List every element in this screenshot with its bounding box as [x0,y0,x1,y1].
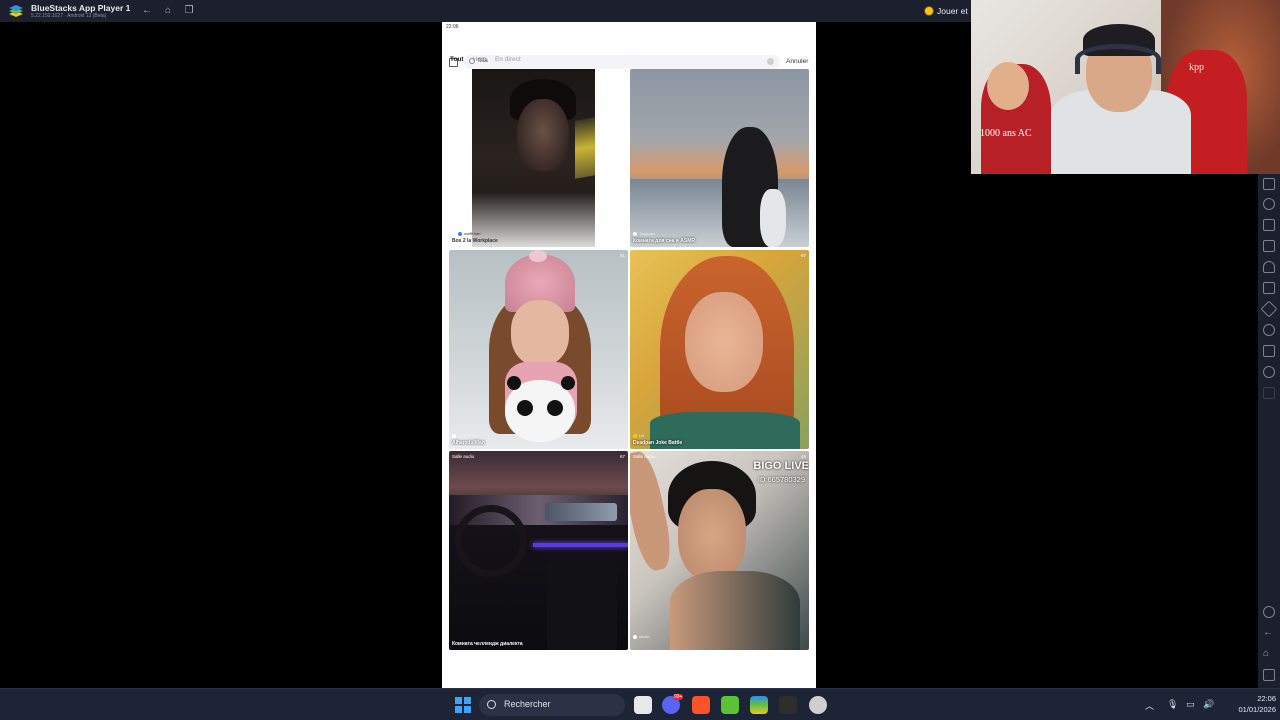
rotate-icon[interactable] [1263,282,1275,294]
viewer-count: 91 [619,253,625,258]
bigo-id-label: ID:665780329 [757,475,805,484]
clear-search-icon[interactable] [767,58,774,65]
brave-icon[interactable] [692,696,710,714]
windows-taskbar: Rechercher 99+ ︿ 🎙 ▭ 🔊 22:06 01/01/2026 [0,688,1280,720]
live-card[interactable]: Salle audio 67 Комната челлендж диалекта [449,451,628,650]
stream-title: Комната для сна и ASMR [633,238,695,244]
app-title: BlueStacks App Player 1 [31,3,131,13]
notification-badge: 99+ [673,694,684,700]
bluestacks-side-toolbar: ← ⌂ [1258,174,1280,688]
stream-title: Комната челлендж диалекта [452,641,523,647]
windows-start-icon[interactable] [455,697,471,713]
location-icon[interactable] [1263,324,1275,336]
volume-icon[interactable]: 🔊 [1203,699,1214,710]
gear-icon[interactable] [1263,606,1275,618]
stream-title: Deadpan Joke Battle [633,440,683,446]
fullscreen-icon[interactable] [1263,178,1275,190]
stream-title: Alhamdulillah [452,440,485,446]
webcam-caption: 1000 ans AC [980,128,1032,139]
home-icon[interactable]: ⌂ [161,4,175,18]
host-tag: Тихушка [633,231,655,236]
layers-icon[interactable] [1263,345,1275,357]
host-tag: wolfKhan [452,231,480,236]
tab-live[interactable]: En direct [495,56,521,68]
desktop: BlueStacks App Player 1 5.22.150.1027 · … [0,0,1280,720]
host-tag: Lili [633,433,644,438]
viewer-count: 67 [619,454,625,459]
search-icon [487,700,496,709]
headphones-icon [1075,44,1161,74]
eco-mode-icon[interactable] [1263,366,1275,378]
live-card[interactable]: wolfKhan Bos 2 la Workplace [449,69,628,247]
taskbar-search[interactable]: Rechercher [479,694,625,716]
file-explorer-icon[interactable] [634,696,652,714]
live-card[interactable]: Тихушка Комната для сна и ASMR [630,69,809,247]
tab-host[interactable]: Host [473,56,486,68]
bluestacks-logo-icon [9,5,23,17]
android-screen: 22:06 filla Annuler Tout Host En direct … [442,22,816,688]
webcam-overlay: 1000 ans AC kpp [971,0,1280,174]
minecraft-icon[interactable] [721,696,739,714]
coin-icon [924,6,934,16]
stream-title: Bos 2 la Workplace [452,238,498,244]
host-tag: studio [633,634,650,639]
microphone-icon[interactable]: 🎙 [1167,699,1178,710]
bigo-live-watermark: BIGO LIVE [753,460,809,472]
screenshot-icon[interactable] [1263,198,1275,210]
chevron-up-icon[interactable]: ︿ [1145,699,1154,712]
clock-time: 22:06 [1257,694,1276,703]
obs-icon[interactable] [809,696,827,714]
more-icon[interactable] [1263,387,1275,399]
system-clock[interactable]: 22:06 01/01/2026 [1222,693,1276,715]
viewer-count: 46 [800,454,806,459]
play-and-earn-label: Jouer et [937,6,968,16]
back-arrow-icon[interactable]: ← [140,4,154,18]
result-tabs: Tout Host En direct [450,56,521,71]
live-card[interactable]: Salle audio 46 BIGO LIVE ID:665780329 st… [630,451,809,650]
back-icon[interactable]: ← [1263,627,1275,639]
live-card[interactable]: 67 Lili Deadpan Joke Battle [630,250,809,449]
live-card[interactable]: 91 Laila Khan Alhamdulillah [449,250,628,449]
record-icon[interactable] [1263,219,1275,231]
network-icon[interactable]: ▭ [1186,699,1195,710]
room-type-label: Salle audio [452,454,475,459]
host-tag: Laila Khan [452,433,477,438]
play-store-icon[interactable] [779,696,797,714]
airplane-icon[interactable] [1263,261,1275,273]
webcam-jersey-text: kpp [1189,62,1204,73]
room-type-label: Salle audio [633,454,656,459]
media-icon[interactable] [1263,240,1275,252]
multi-instance-icon[interactable]: ❐ [182,4,196,18]
home-icon[interactable]: ⌂ [1263,648,1275,660]
play-and-earn-button[interactable]: Jouer et [924,4,968,18]
recent-apps-icon[interactable] [1263,669,1275,681]
eraser-icon[interactable] [1260,300,1278,318]
viewer-count: 67 [800,253,806,258]
app-version: 5.22.150.1027 · Android 13 (Beta) [31,13,107,19]
status-bar-time: 22:06 [446,24,459,30]
taskbar-search-label: Rechercher [504,699,551,709]
clock-date: 01/01/2026 [1238,705,1276,714]
bluestacks-taskbar-icon[interactable] [750,696,768,714]
tab-all[interactable]: Tout [450,56,464,71]
cancel-button[interactable]: Annuler [786,58,808,65]
